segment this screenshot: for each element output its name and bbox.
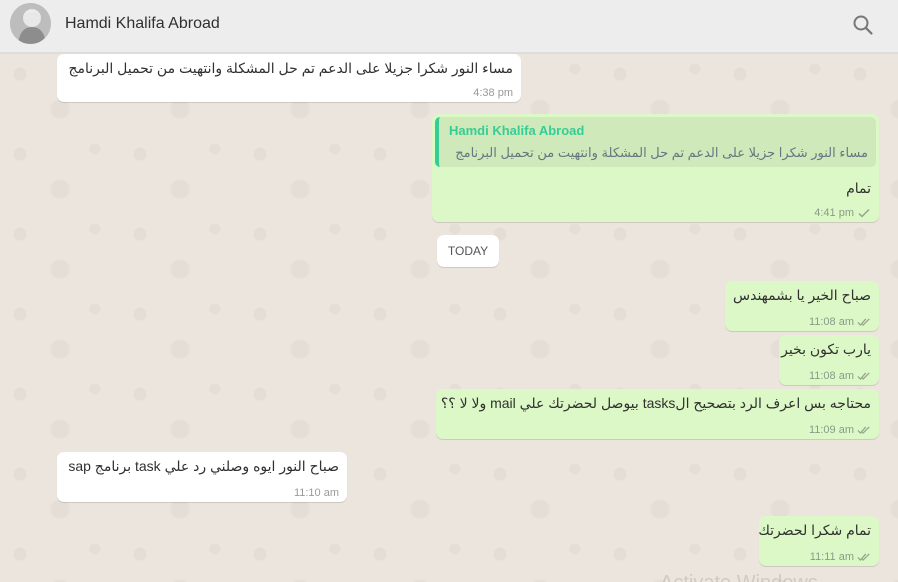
search-button[interactable]	[850, 12, 876, 38]
contact-avatar[interactable]	[10, 3, 51, 44]
message-bubble-incoming[interactable]: مساء النور شكرا جزيلا على الدعم تم حل ال…	[57, 54, 521, 102]
message-bubble-outgoing[interactable]: يارب تكون بخير 11:08 am	[779, 335, 879, 385]
message-text: صباح النور ايوه وصلني رد علي task برنامج…	[68, 458, 339, 474]
double-check-icon	[857, 318, 870, 326]
message-timestamp: 11:08 am	[808, 370, 854, 382]
message-text: محتاجه بس اعرف الرد بتصحيح الtasks بيوصل…	[440, 395, 871, 411]
message-time: 4:38 pm	[473, 87, 513, 99]
message-bubble-outgoing[interactable]: محتاجه بس اعرف الرد بتصحيح الtasks بيوصل…	[436, 389, 879, 439]
quoted-message[interactable]: Hamdi Khalifa Abroad مساء النور شكرا جزي…	[435, 117, 876, 167]
quoted-text: مساء النور شكرا جزيلا على الدعم تم حل ال…	[455, 145, 868, 160]
search-icon	[853, 15, 873, 35]
message-time: 11:09 am	[809, 424, 871, 436]
chat-panel[interactable]: مساء النور شكرا جزيلا على الدعم تم حل ال…	[0, 54, 898, 582]
double-check-icon	[857, 426, 870, 434]
message-time: 11:08 am	[809, 370, 871, 382]
double-check-icon	[857, 372, 870, 380]
message-text: تمام شكرا لحضرتك	[758, 522, 871, 538]
single-check-icon	[858, 208, 870, 218]
message-timestamp: 11:08 am	[808, 316, 854, 328]
message-timestamp: 4:41 pm	[814, 207, 854, 219]
message-bubble-outgoing[interactable]: تمام شكرا لحضرتك 11:11 am	[758, 516, 879, 566]
message-time: 11:11 am	[810, 551, 871, 563]
contact-name[interactable]: Hamdi Khalifa Abroad	[65, 15, 220, 33]
quoted-sender: Hamdi Khalifa Abroad	[449, 123, 585, 138]
message-time: 4:41 pm	[814, 207, 871, 219]
chat-header: Hamdi Khalifa Abroad	[0, 0, 898, 53]
message-timestamp: 4:38 pm	[473, 87, 513, 99]
message-time: 11:10 am	[294, 487, 339, 499]
message-bubble-outgoing[interactable]: صباح الخير يا بشمهندس 11:08 am	[725, 281, 879, 331]
day-separator: TODAY	[437, 235, 499, 267]
message-timestamp: 11:09 am	[808, 424, 854, 436]
avatar-image	[10, 3, 51, 44]
double-check-icon	[857, 553, 870, 561]
message-text: مساء النور شكرا جزيلا على الدعم تم حل ال…	[68, 60, 513, 76]
message-text: يارب تكون بخير	[781, 341, 871, 357]
message-text: صباح الخير يا بشمهندس	[733, 287, 871, 303]
message-bubble-incoming[interactable]: صباح النور ايوه وصلني رد علي task برنامج…	[57, 452, 347, 502]
activation-watermark: Activate Windows	[660, 572, 818, 582]
message-timestamp: 11:10 am	[293, 487, 339, 499]
message-time: 11:08 am	[809, 316, 871, 328]
message-text: تمام	[846, 180, 871, 196]
message-bubble-outgoing[interactable]: Hamdi Khalifa Abroad مساء النور شكرا جزي…	[432, 114, 879, 222]
message-timestamp: 11:11 am	[809, 551, 854, 563]
